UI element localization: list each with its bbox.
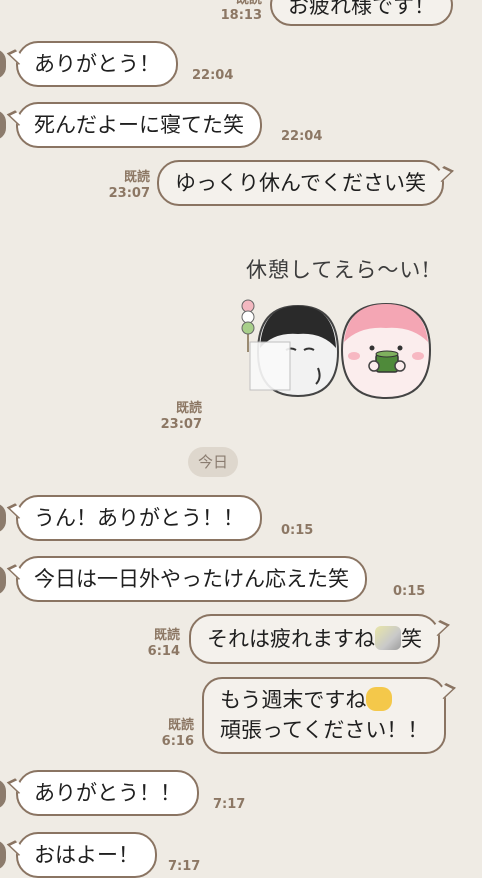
read-status-18-13: 既読 18:13: [218, 0, 262, 24]
timestamp: 7:17: [168, 859, 201, 874]
message-text: ありがとう！！: [34, 781, 181, 805]
message-text: それは疲れますね: [207, 627, 375, 651]
message-bubble-received[interactable]: うん！ありがとう！！: [6, 495, 262, 541]
timestamp: 0:15: [281, 523, 314, 538]
timestamp: 0:15: [393, 584, 426, 599]
date-divider: 今日: [188, 447, 238, 477]
bubble-tail: [6, 503, 28, 519]
bubble-tail: [6, 49, 28, 65]
bubble-tail: [434, 682, 457, 700]
message-bubble-sent[interactable]: もう週末ですね 頑張ってください！！: [202, 677, 457, 754]
message-text: うん！ありがとう！！: [34, 506, 244, 530]
timestamp: 22:04: [281, 129, 323, 144]
read-label: 既読: [175, 401, 202, 416]
message-bubble-sent[interactable]: お疲れ様です！: [270, 0, 453, 26]
bubble-tail: [428, 619, 450, 637]
timestamp: 18:13: [220, 8, 262, 23]
message-bubble-sent[interactable]: それは疲れますね 笑: [189, 614, 450, 664]
sticker-caption: 休憩してえら〜い!: [246, 258, 431, 282]
avatar[interactable]: [0, 110, 6, 140]
avatar[interactable]: [0, 503, 6, 533]
message-text: 頑張ってください！！: [220, 718, 429, 742]
read-status: 既読 23:07: [106, 170, 150, 202]
message-bubble-received[interactable]: おはよー！: [6, 832, 157, 878]
message-text: おはよー！: [34, 843, 139, 867]
message-bubble-received[interactable]: ありがとう！: [6, 41, 178, 87]
message-text: 笑: [401, 627, 422, 651]
message-text: ゆっくり休んでください笑: [175, 171, 426, 195]
bubble-tail: [6, 110, 28, 126]
timestamp: 23:07: [160, 417, 202, 432]
timestamp: 23:07: [108, 186, 150, 201]
message-bubble-received[interactable]: 死んだよーに寝てた笑: [6, 102, 262, 148]
message-text: もう週末ですね: [220, 688, 367, 712]
timestamp: 6:16: [161, 734, 194, 749]
read-status: 既読 6:16: [150, 718, 194, 750]
timestamp: 6:14: [147, 644, 180, 659]
bubble-tail: [432, 165, 454, 183]
avatar[interactable]: [0, 49, 6, 79]
sticker-image[interactable]: [236, 292, 440, 406]
timestamp: 22:04: [192, 68, 234, 83]
tired-emoji-icon: [375, 626, 401, 650]
message-bubble-sent[interactable]: ゆっくり休んでください笑: [157, 160, 454, 206]
message-text: 死んだよーに寝てた笑: [34, 113, 244, 137]
read-status: 既読 23:07: [158, 401, 202, 433]
avatar[interactable]: [0, 779, 6, 809]
message-text: お疲れ様です！: [288, 0, 435, 18]
read-label: 既読: [167, 718, 194, 733]
message-text: ありがとう！: [34, 52, 160, 76]
read-label: 既読: [123, 170, 150, 185]
bubble-tail: [6, 840, 28, 856]
read-label: 既読: [218, 0, 262, 8]
timestamp: 7:17: [213, 797, 246, 812]
message-bubble-received[interactable]: ありがとう！！: [6, 770, 199, 816]
message-bubble-received[interactable]: 今日は一日外やったけん応えた笑: [6, 556, 367, 602]
bubble-tail: [6, 564, 28, 580]
avatar[interactable]: [0, 565, 6, 595]
message-text: 今日は一日外やったけん応えた笑: [34, 567, 349, 591]
bubble-tail: [6, 778, 28, 794]
avatar[interactable]: [0, 840, 6, 870]
cat-emoji-icon: [366, 687, 393, 711]
read-status: 既読 6:14: [136, 628, 180, 660]
read-label: 既読: [153, 628, 180, 643]
